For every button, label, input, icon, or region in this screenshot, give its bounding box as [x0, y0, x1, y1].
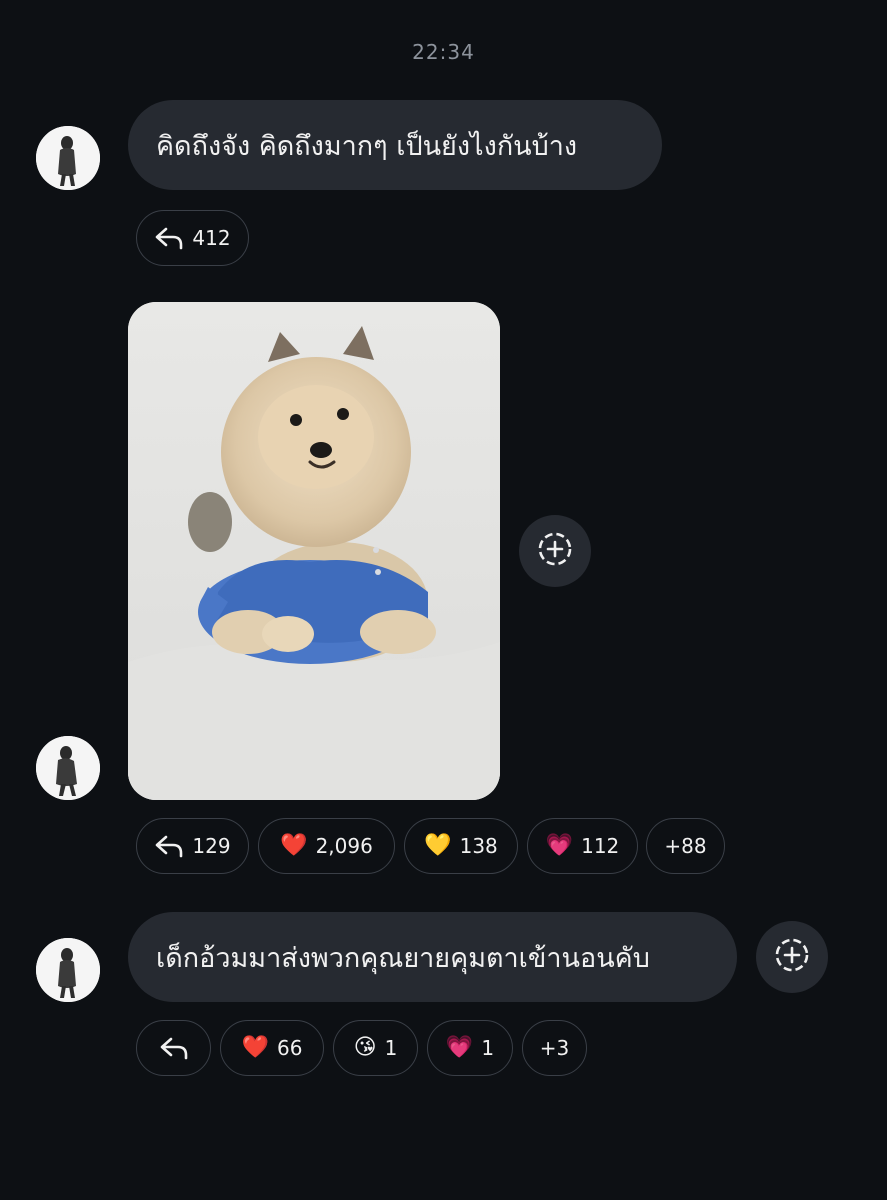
- reaction-count: 112: [581, 834, 620, 858]
- avatar[interactable]: [36, 736, 100, 800]
- more-reactions-button-2[interactable]: +88: [646, 818, 725, 874]
- reaction-kiss[interactable]: 😘 1: [333, 1020, 418, 1076]
- message-bubble-1[interactable]: คิดถึงจัง คิดถึงมากๆ เป็นยังไงกันบ้าง: [128, 100, 662, 190]
- reply-count: 412: [192, 226, 231, 250]
- add-reaction-button-2[interactable]: [519, 515, 591, 587]
- add-reaction-button-3[interactable]: [756, 921, 828, 993]
- reply-arrow-icon: [154, 226, 184, 250]
- avatar-image: [36, 938, 100, 1002]
- message-bubble-3[interactable]: เด็กอ้วมมาส่งพวกคุณยายคุมตาเข้านอนคับ: [128, 912, 737, 1002]
- reaction-heart[interactable]: ❤️ 2,096: [258, 818, 395, 874]
- dog-photo[interactable]: [128, 302, 500, 800]
- more-reactions-count: +88: [664, 834, 707, 858]
- reaction-heart[interactable]: ❤️ 66: [220, 1020, 324, 1076]
- reaction-count: 1: [384, 1036, 398, 1060]
- message-text-3: เด็กอ้วมมาส่งพวกคุณยายคุมตาเข้านอนคับ: [156, 942, 650, 974]
- timestamp: 22:34: [412, 40, 475, 64]
- more-reactions-count: +3: [539, 1036, 570, 1060]
- reply-count: 129: [192, 834, 231, 858]
- pomeranian-photo: [128, 302, 500, 800]
- avatar-image: [36, 126, 100, 190]
- reply-arrow-icon: [154, 834, 184, 858]
- avatar[interactable]: [36, 938, 100, 1002]
- red-heart-emoji: ❤️: [241, 1035, 269, 1060]
- reaction-yellow-heart[interactable]: 💛 138: [404, 818, 518, 874]
- yellow-heart-emoji: 💛: [424, 833, 452, 858]
- add-reaction-icon: [535, 529, 575, 573]
- reaction-count: 66: [276, 1036, 303, 1060]
- reply-count-button-1[interactable]: 412: [136, 210, 249, 266]
- reaction-pink-heart[interactable]: 💗 1: [427, 1020, 513, 1076]
- pink-heart-emoji: 💗: [445, 1035, 474, 1060]
- reaction-count: 138: [459, 834, 498, 858]
- more-reactions-button-3[interactable]: +3: [522, 1020, 587, 1076]
- avatar-image: [36, 736, 100, 800]
- reaction-pink-heart[interactable]: 💗 112: [527, 818, 638, 874]
- reaction-count: 1: [481, 1036, 495, 1060]
- reaction-count: 2,096: [315, 834, 373, 858]
- add-reaction-icon: [772, 935, 812, 979]
- pink-heart-emoji: 💗: [545, 833, 574, 858]
- reply-button-3[interactable]: [136, 1020, 211, 1076]
- reply-arrow-icon: [159, 1036, 189, 1060]
- reply-count-button-2[interactable]: 129: [136, 818, 249, 874]
- message-text-1: คิดถึงจัง คิดถึงมากๆ เป็นยังไงกันบ้าง: [156, 130, 578, 162]
- kiss-face-emoji: 😘: [353, 1035, 377, 1060]
- red-heart-emoji: ❤️: [280, 833, 308, 858]
- avatar[interactable]: [36, 126, 100, 190]
